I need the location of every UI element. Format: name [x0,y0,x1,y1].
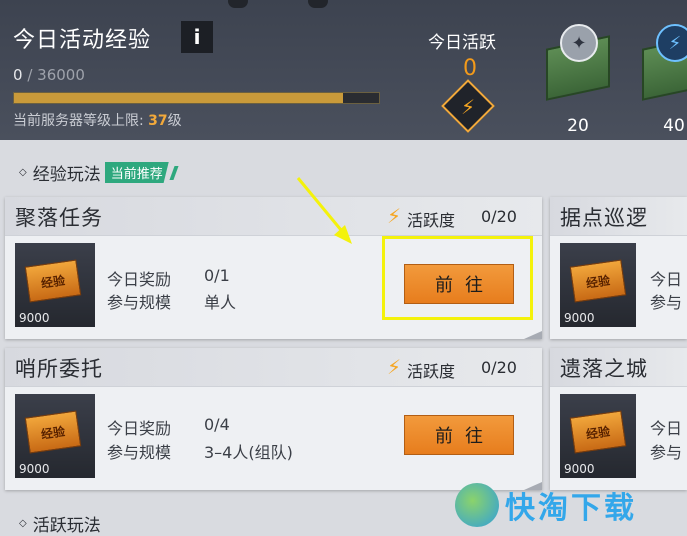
mission-card-patrol[interactable]: 据点巡逻 经验 9000 今日 参与 [550,197,687,339]
thumbnail-value: 9000 [564,462,595,476]
thumbnail-value: 9000 [19,311,50,325]
reward-label: 今日奖励 [107,419,172,438]
scale-label: 参与 [650,293,683,312]
card-title: 遗落之城 [560,357,648,381]
exp-ticket-thumbnail: 经验 9000 [15,243,95,327]
exp-separator: / [27,66,33,84]
tag-accent [169,165,179,180]
level-cap-value: 37 [148,113,168,129]
thumbnail-value: 9000 [19,462,50,476]
bolt-icon: ⚡ [460,95,476,119]
scale-value: 单人 [204,293,237,312]
scale-label: 参与规模 [107,443,172,462]
exp-ticket-thumbnail: 经验 9000 [15,394,95,478]
bolt-icon: ⚡ [387,355,402,379]
card-title: 据点巡逻 [560,206,648,230]
milestone-reward-40[interactable]: ⚡ 40 [634,24,687,136]
reward-label: 今日 [650,270,683,289]
mission-card-lost-city[interactable]: 遗落之城 经验 9000 今日 参与 [550,348,687,490]
milestone-value: 40 [663,116,685,136]
recommend-tag: 当前推荐 [104,162,169,183]
mission-card-settlement[interactable]: 聚落任务 ⚡ 活跃度 0/20 经验 9000 今日奖励 0/1 参与规模 单人… [5,197,542,339]
scale-label: 参与 [650,443,683,462]
milestone-reward-20[interactable]: ✦ 20 [538,24,618,136]
section-title: 活跃玩法 [32,516,101,536]
mission-card-outpost[interactable]: 哨所委托 ⚡ 活跃度 0/20 经验 9000 今日奖励 0/4 参与规模 3–… [5,348,542,490]
activity-label: 今日活跃 [428,33,496,53]
exp-ticket-thumbnail: 经验 9000 [560,394,636,478]
exp-ticket-icon: 经验 [569,410,627,454]
exp-ticket-thumbnail: 经验 9000 [560,243,636,327]
exp-counter: 0 / 36000 [13,66,85,84]
activity-label: 活跃度 [407,211,456,230]
exp-progress-bar [13,92,380,104]
watermark-logo-icon [455,483,499,527]
exp-current: 0 [13,66,23,84]
activity-count: 0/20 [481,358,517,377]
energy-bolt-icon: ⚡ [656,24,687,62]
reward-value: 0/4 [204,415,230,434]
activity-count: 0/20 [481,207,517,226]
thumbnail-value: 9000 [564,311,595,325]
reward-label: 今日 [650,419,683,438]
scale-value: 3–4人(组队) [204,443,293,462]
level-cap-label: 当前服务器等级上限: [13,113,144,129]
card-corner [524,331,542,339]
reward-value: 0/1 [204,266,230,285]
watermark-text: 快淘下载 [505,491,637,526]
page-title: 今日活动经验 [13,28,152,53]
card-title: 聚落任务 [15,206,103,230]
section-exp-play: ◇ 经验玩法 当前推荐 [19,160,179,185]
scale-label: 参与规模 [107,293,172,312]
info-button[interactable]: i [181,21,213,53]
exp-max: 36000 [37,66,85,84]
bolt-icon: ⚡ [387,204,402,228]
level-cap: 当前服务器等级上限: 37级 [13,110,182,130]
activity-header: 今日活动经验 i 0 / 36000 当前服务器等级上限: 37级 今日活跃 0… [0,0,687,140]
go-button[interactable]: 前往 [404,415,514,455]
exp-ticket-icon: 经验 [24,259,82,303]
reward-label: 今日奖励 [107,270,172,289]
exp-ticket-icon: 经验 [24,410,82,454]
card-title: 哨所委托 [15,357,103,381]
activity-value: 0 [463,56,477,81]
top-decoration [228,0,248,8]
milestone-value: 20 [567,116,589,136]
diamond-marker-icon: ◇ [19,518,27,529]
silver-coin-icon: ✦ [560,24,598,62]
diamond-marker-icon: ◇ [19,167,27,178]
activity-label: 活跃度 [407,362,456,381]
exp-ticket-icon: 经验 [569,259,627,303]
section-title: 经验玩法 [32,165,101,185]
exp-progress-fill [14,93,343,103]
section-active-play: ◇ 活跃玩法 [19,511,101,536]
level-cap-unit: 级 [167,113,182,129]
go-button[interactable]: 前往 [404,264,514,304]
watermark: 快淘下载 [455,483,637,527]
top-decoration [308,0,328,8]
